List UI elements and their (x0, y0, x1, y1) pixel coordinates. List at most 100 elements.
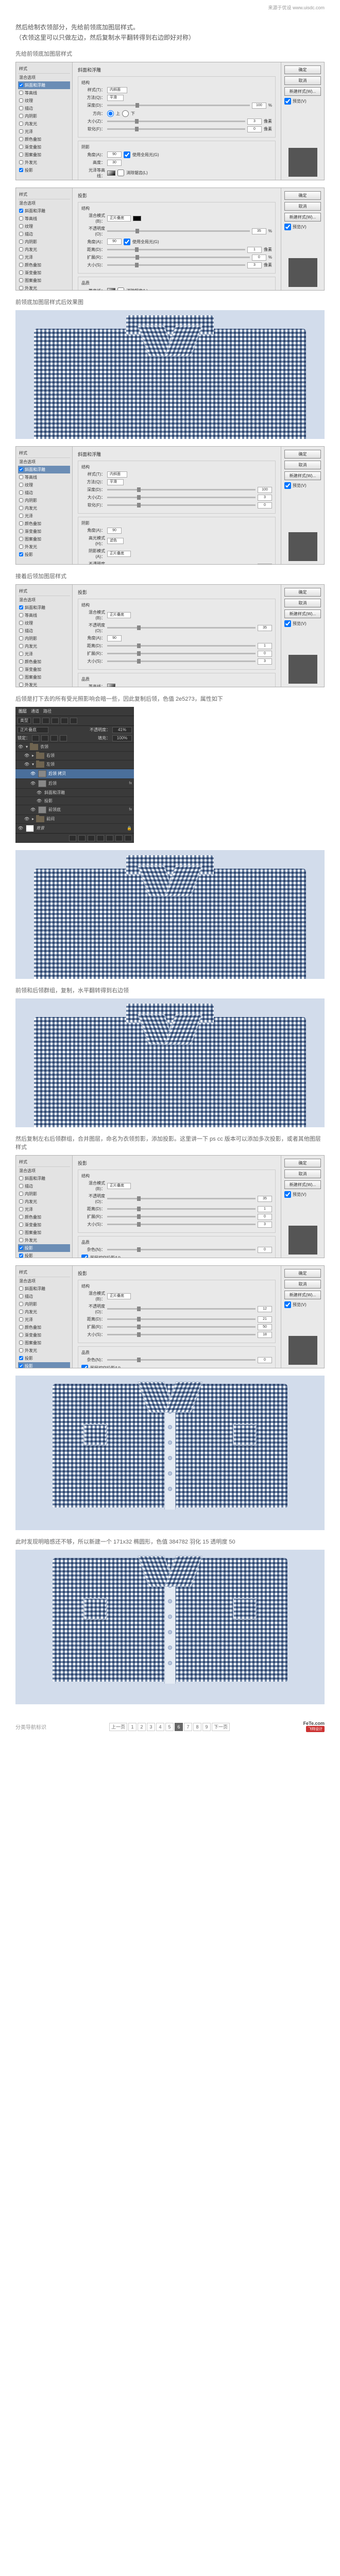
depth-slider[interactable] (107, 105, 250, 106)
outglow-checkbox[interactable] (19, 1348, 23, 1352)
dist-slider[interactable] (107, 645, 256, 647)
style-texture[interactable]: 纹理 (18, 223, 70, 230)
style-pattern[interactable]: 图案叠加 (18, 1339, 70, 1347)
style-inshadow[interactable]: 内阴影 (18, 635, 70, 642)
style-satin[interactable]: 光泽 (18, 512, 70, 520)
new-fill-icon[interactable] (97, 835, 104, 841)
filter-adjust-icon[interactable] (42, 718, 49, 724)
drop-checkbox[interactable] (19, 168, 23, 172)
filter-kind-select[interactable]: 类型 (18, 718, 31, 724)
style-color[interactable]: 颜色叠加 (18, 520, 70, 528)
size-slider[interactable] (107, 1334, 256, 1335)
cancel-button[interactable]: 取消 (284, 1170, 321, 1178)
gradient-checkbox[interactable] (19, 145, 23, 149)
op-slider[interactable] (107, 230, 250, 232)
aa-checkbox[interactable] (117, 170, 124, 176)
style-pattern[interactable]: 图案叠加 (18, 1229, 70, 1236)
style-inshadow[interactable]: 内阴影 (18, 1300, 70, 1308)
style-stroke[interactable]: 描边 (18, 105, 70, 112)
layer-background[interactable]: 👁 背景 🔒 (15, 823, 134, 833)
inglow-checkbox[interactable] (19, 122, 23, 126)
style-satin[interactable]: 光泽 (18, 1206, 70, 1213)
satin-checkbox[interactable] (19, 1207, 23, 1211)
global-checkbox[interactable] (124, 239, 130, 245)
layer-group-left[interactable]: 👁 ▾ 左领 (15, 760, 134, 769)
style-stroke[interactable]: 描边 (18, 627, 70, 635)
global-light-checkbox[interactable] (124, 151, 130, 158)
style-inshadow[interactable]: 内阴影 (18, 238, 70, 246)
dir-down-radio[interactable] (122, 110, 129, 117)
visibility-icon[interactable]: 👁 (24, 762, 30, 767)
style-pattern[interactable]: 图案叠加 (18, 151, 70, 159)
style-blend[interactable]: 混合选项 (18, 1167, 70, 1175)
ok-button[interactable]: 确定 (284, 588, 321, 597)
bevel-checkbox[interactable] (19, 1176, 23, 1180)
style-drop-2[interactable]: 投影 (18, 1252, 70, 1258)
style-texture[interactable]: 纹理 (18, 481, 70, 489)
outglow-checkbox[interactable] (19, 286, 23, 290)
stroke-checkbox[interactable] (19, 629, 23, 633)
style-bevel[interactable]: 斜面和浮雕 (18, 207, 70, 215)
new-style-button[interactable]: 新建样式(W)... (284, 1291, 321, 1299)
noise-slider[interactable] (107, 1359, 256, 1361)
style-contour[interactable]: 等高线 (18, 89, 70, 97)
ok-button[interactable]: 确定 (284, 191, 321, 200)
style-gradient[interactable]: 渐变叠加 (18, 528, 70, 535)
style-color[interactable]: 颜色叠加 (18, 658, 70, 666)
chevron-right-icon[interactable]: ▸ (32, 753, 34, 758)
style-bevel[interactable]: 斜面和浮雕 (18, 81, 70, 89)
depth-input[interactable]: 100 (252, 103, 266, 109)
drop-checkbox[interactable] (19, 552, 23, 556)
visibility-icon[interactable]: 👁 (18, 744, 24, 749)
style-outglow[interactable]: 外发光 (18, 1236, 70, 1244)
page-7[interactable]: 7 (184, 1723, 192, 1731)
spread-input[interactable]: 0 (258, 651, 272, 657)
size-slider[interactable] (107, 497, 256, 498)
page-5[interactable]: 5 (165, 1723, 174, 1731)
gradient-checkbox[interactable] (19, 529, 23, 533)
lock-all-icon[interactable] (60, 735, 67, 741)
size-input[interactable]: 3 (258, 658, 272, 665)
style-drop[interactable]: 投影 (18, 1354, 70, 1362)
drop-checkbox[interactable] (19, 1364, 23, 1368)
preview-checkbox[interactable] (284, 482, 291, 489)
style-gradient[interactable]: 渐变叠加 (18, 1221, 70, 1229)
contour-swatch[interactable] (107, 288, 115, 291)
style-gradient[interactable]: 渐变叠加 (18, 666, 70, 673)
style-blend[interactable]: 混合选项 (18, 74, 70, 81)
filter-pixel-icon[interactable] (33, 718, 40, 724)
new-group-icon[interactable] (106, 835, 113, 841)
lock-trans-icon[interactable] (32, 735, 39, 741)
add-fx-icon[interactable] (78, 835, 86, 841)
cancel-button[interactable]: 取消 (284, 599, 321, 607)
layer-front[interactable]: 👁 前领底 fx (15, 805, 134, 815)
op-slider[interactable] (107, 1308, 256, 1310)
ok-button[interactable]: 确定 (284, 1159, 321, 1167)
color-checkbox[interactable] (19, 659, 23, 664)
page-4[interactable]: 4 (156, 1723, 164, 1731)
tab-layers[interactable]: 图层 (19, 708, 27, 714)
style-satin[interactable]: 光泽 (18, 253, 70, 261)
soft-slider[interactable] (107, 504, 256, 506)
style-bevel[interactable]: 斜面和浮雕 (18, 1175, 70, 1182)
style-pattern[interactable]: 图案叠加 (18, 673, 70, 681)
texture-checkbox[interactable] (19, 621, 23, 625)
lock-pixel-icon[interactable] (41, 735, 48, 741)
style-outglow[interactable]: 外发光 (18, 543, 70, 551)
size-slider[interactable] (107, 121, 245, 122)
style-drop[interactable]: 投影 (18, 551, 70, 558)
op-input[interactable]: 35 (258, 625, 272, 631)
op-slider[interactable] (107, 1198, 256, 1199)
angle-input[interactable]: 90 (107, 635, 122, 641)
angle-input[interactable]: 90 (107, 151, 122, 158)
stroke-checkbox[interactable] (19, 232, 23, 236)
page-next[interactable]: 下一页 (212, 1723, 230, 1731)
visibility-icon[interactable]: 👁 (36, 799, 42, 803)
fx-badge[interactable]: fx (129, 808, 132, 811)
inglow-checkbox[interactable] (19, 1310, 23, 1314)
op-input[interactable]: 35 (258, 1196, 272, 1202)
dist-slider[interactable] (107, 249, 245, 250)
style-bevel[interactable]: 斜面和浮雕 (18, 466, 70, 473)
outglow-checkbox[interactable] (19, 160, 23, 164)
inglow-checkbox[interactable] (19, 506, 23, 510)
